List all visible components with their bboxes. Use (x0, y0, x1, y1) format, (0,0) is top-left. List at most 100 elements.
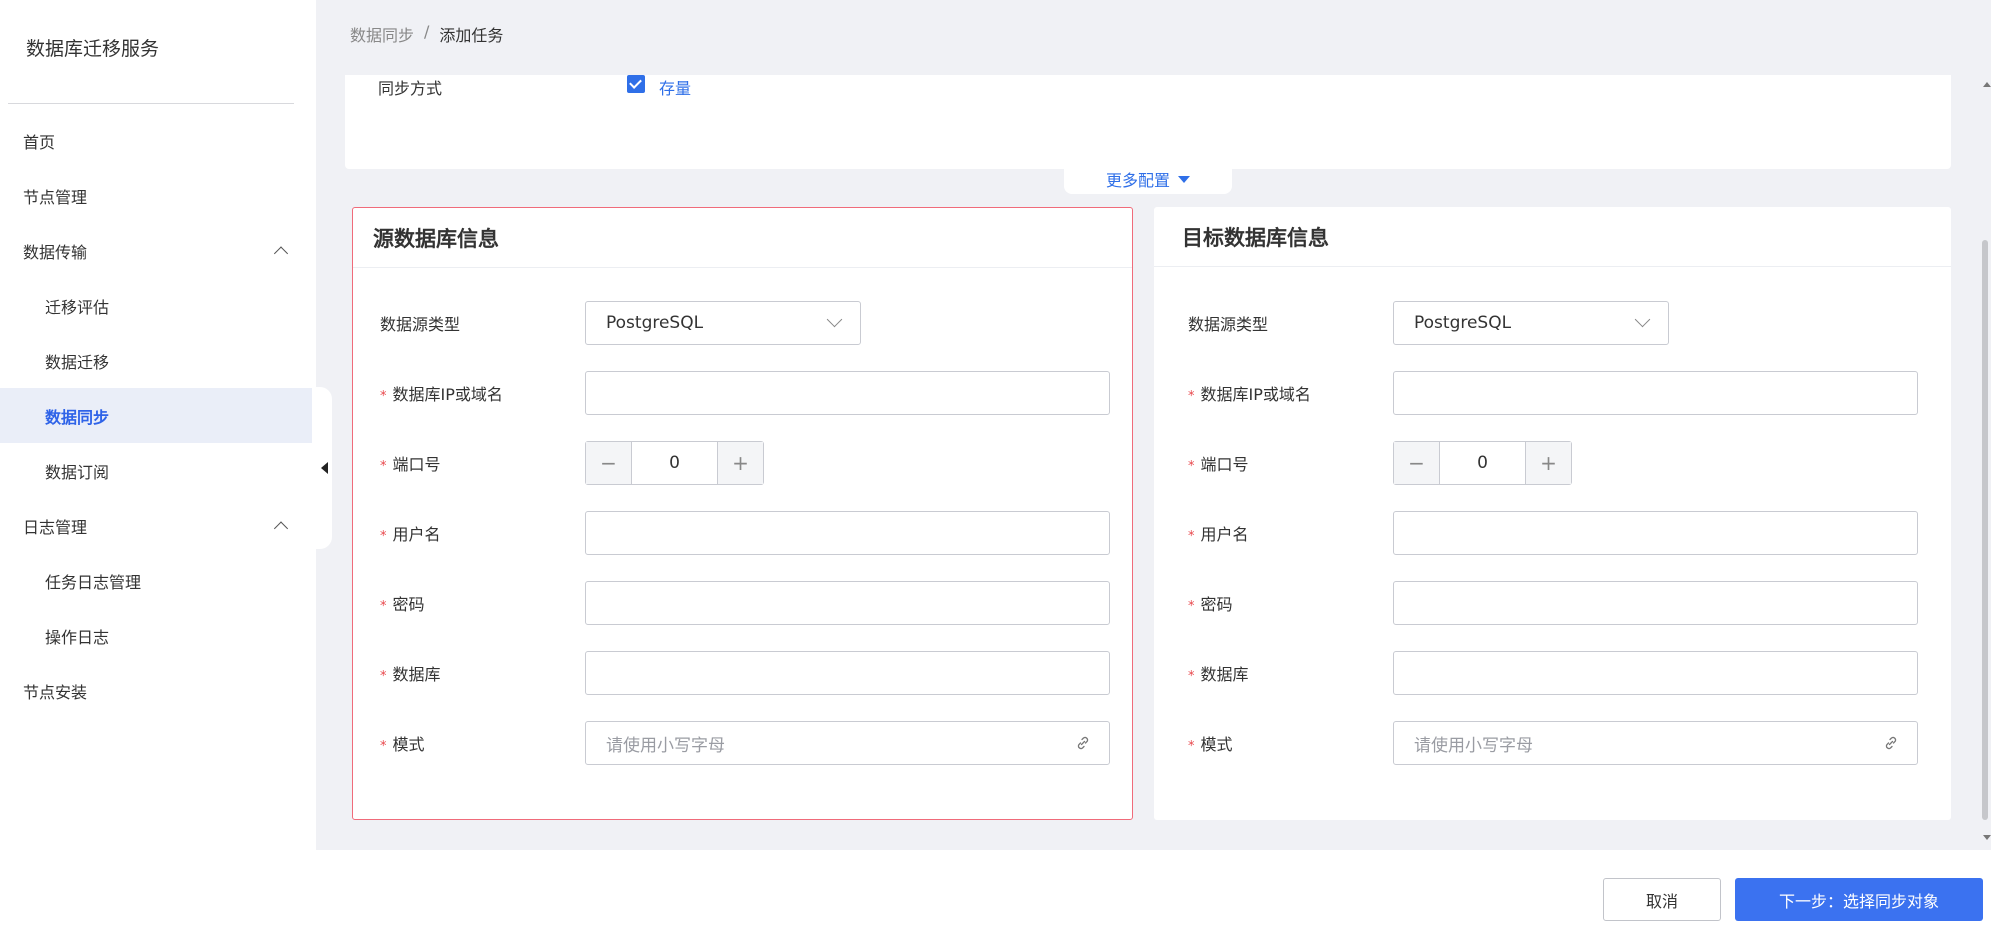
source-database-row: * 数据库 (353, 651, 1132, 695)
target-db-type-row: 数据源类型 PostgreSQL (1154, 301, 1951, 345)
source-port-input[interactable]: 0 (631, 442, 718, 484)
required-mark: * (1188, 529, 1195, 544)
sidebar-item-label: 日志管理 (23, 517, 88, 537)
sync-mode-option-label[interactable]: 存量 (659, 75, 691, 99)
sidebar-item-migration-assessment[interactable]: 迁移评估 (0, 278, 316, 333)
port-increment-button[interactable]: + (718, 442, 763, 484)
source-host-input[interactable] (585, 371, 1110, 415)
sidebar-divider (8, 103, 294, 104)
link-icon[interactable] (1075, 735, 1091, 751)
target-database-label-text: 数据库 (1200, 665, 1249, 684)
target-schema-row: * 模式 请使用小写字母 (1154, 721, 1951, 765)
target-host-input[interactable] (1393, 371, 1918, 415)
target-port-input[interactable]: 0 (1439, 442, 1526, 484)
sidebar-item-home[interactable]: 首页 (0, 113, 316, 168)
source-db-panel: 源数据库信息 数据源类型 PostgreSQL * 数据库IP或域名 * 端口号 −… (352, 207, 1133, 820)
sidebar-item-label: 首页 (23, 132, 56, 152)
sidebar-item-label: 数据同步 (45, 407, 110, 427)
sidebar-item-data-transfer[interactable]: 数据传输 (0, 223, 316, 278)
source-db-type-value: PostgreSQL (606, 313, 704, 333)
source-user-input[interactable] (585, 511, 1110, 555)
target-port-label: * 端口号 (1188, 451, 1249, 475)
sidebar-item-label: 操作日志 (45, 627, 110, 647)
source-db-type-select[interactable]: PostgreSQL (585, 301, 861, 345)
target-port-row: * 端口号 − 0 + (1154, 441, 1951, 485)
required-mark: * (380, 529, 387, 544)
scroll-down-icon[interactable] (1983, 835, 1991, 840)
sidebar-item-task-log-management[interactable]: 任务日志管理 (0, 553, 316, 608)
target-schema-label-text: 模式 (1200, 735, 1233, 754)
required-mark: * (1188, 389, 1195, 404)
source-host-label-text: 数据库IP或域名 (392, 385, 503, 404)
target-password-row: * 密码 (1154, 581, 1951, 625)
sidebar-item-label: 节点管理 (23, 187, 88, 207)
target-db-type-label: 数据源类型 (1188, 315, 1269, 334)
source-password-input[interactable] (585, 581, 1110, 625)
sidebar-item-data-sync[interactable]: 数据同步 (0, 388, 316, 443)
port-decrement-button[interactable]: − (1394, 442, 1439, 484)
link-icon[interactable] (1883, 735, 1899, 751)
target-password-label-text: 密码 (1200, 595, 1233, 614)
caret-left-icon[interactable] (321, 462, 328, 474)
scroll-up-icon[interactable] (1983, 82, 1991, 87)
caret-down-icon (1178, 175, 1190, 183)
source-user-label-text: 用户名 (392, 525, 441, 544)
source-database-label: * 数据库 (380, 661, 441, 685)
target-schema-label: * 模式 (1188, 731, 1233, 755)
port-decrement-button[interactable]: − (586, 442, 631, 484)
source-schema-placeholder: 请使用小写字母 (606, 735, 725, 756)
source-user-label: * 用户名 (380, 521, 441, 545)
target-user-input[interactable] (1393, 511, 1918, 555)
required-mark: * (1188, 459, 1195, 474)
breadcrumb-parent[interactable]: 数据同步 (350, 22, 414, 46)
sync-mode-checkbox[interactable] (627, 75, 645, 93)
breadcrumb-current: 添加任务 (439, 26, 504, 45)
sidebar-item-node-install[interactable]: 节点安装 (0, 663, 316, 718)
sidebar-item-label: 数据迁移 (45, 352, 110, 372)
required-mark: * (1188, 739, 1195, 754)
target-db-panel: 目标数据库信息 数据源类型 PostgreSQL * 数据库IP或域名 * 端口号 … (1154, 207, 1951, 820)
source-password-row: * 密码 (353, 581, 1132, 625)
chevron-up-icon[interactable] (273, 245, 289, 261)
sidebar-item-label: 任务日志管理 (45, 572, 142, 592)
chevron-up-icon[interactable] (273, 520, 289, 536)
sidebar-menu: 首页 节点管理 数据传输 迁移评估 数据迁移 数据同步 数据订阅 日志管理 任务… (0, 113, 316, 718)
breadcrumb-separator: / (424, 22, 430, 41)
target-password-input[interactable] (1393, 581, 1918, 625)
chevron-down-icon (1634, 311, 1651, 328)
sidebar-item-data-migration[interactable]: 数据迁移 (0, 333, 316, 388)
required-mark: * (1188, 599, 1195, 614)
target-host-label: * 数据库IP或域名 (1188, 381, 1311, 405)
sidebar-item-operation-log[interactable]: 操作日志 (0, 608, 316, 663)
source-database-input[interactable] (585, 651, 1110, 695)
sidebar-item-node-management[interactable]: 节点管理 (0, 168, 316, 223)
target-host-label-text: 数据库IP或域名 (1200, 385, 1311, 404)
target-port-label-text: 端口号 (1200, 455, 1249, 474)
chevron-down-icon (826, 311, 843, 328)
more-config-toggle[interactable]: 更多配置 (1064, 164, 1232, 194)
source-port-label: * 端口号 (380, 451, 441, 475)
required-mark: * (1188, 669, 1195, 684)
target-user-label: * 用户名 (1188, 521, 1249, 545)
source-schema-row: * 模式 请使用小写字母 (353, 721, 1132, 765)
target-db-type-select[interactable]: PostgreSQL (1393, 301, 1669, 345)
target-db-type-value: PostgreSQL (1414, 313, 1512, 333)
source-port-row: * 端口号 − 0 + (353, 441, 1132, 485)
next-step-button[interactable]: 下一步：选择同步对象 (1735, 878, 1983, 921)
sync-config-card: 同步方式 存量 (345, 75, 1951, 169)
source-db-type-row: 数据源类型 PostgreSQL (353, 301, 1132, 345)
source-schema-input[interactable]: 请使用小写字母 (585, 721, 1110, 765)
scrollbar-thumb[interactable] (1982, 240, 1988, 820)
target-database-input[interactable] (1393, 651, 1918, 695)
sidebar-item-log-management[interactable]: 日志管理 (0, 498, 316, 553)
cancel-button[interactable]: 取消 (1603, 878, 1721, 921)
app-title: 数据库迁移服务 (26, 38, 160, 60)
target-schema-input[interactable]: 请使用小写字母 (1393, 721, 1918, 765)
port-increment-button[interactable]: + (1526, 442, 1571, 484)
source-password-label: * 密码 (380, 591, 425, 615)
required-mark: * (380, 739, 387, 754)
sidebar-item-label: 迁移评估 (45, 297, 110, 317)
source-port-label-text: 端口号 (392, 455, 441, 474)
target-user-label-text: 用户名 (1200, 525, 1249, 544)
sidebar-item-data-subscription[interactable]: 数据订阅 (0, 443, 316, 498)
